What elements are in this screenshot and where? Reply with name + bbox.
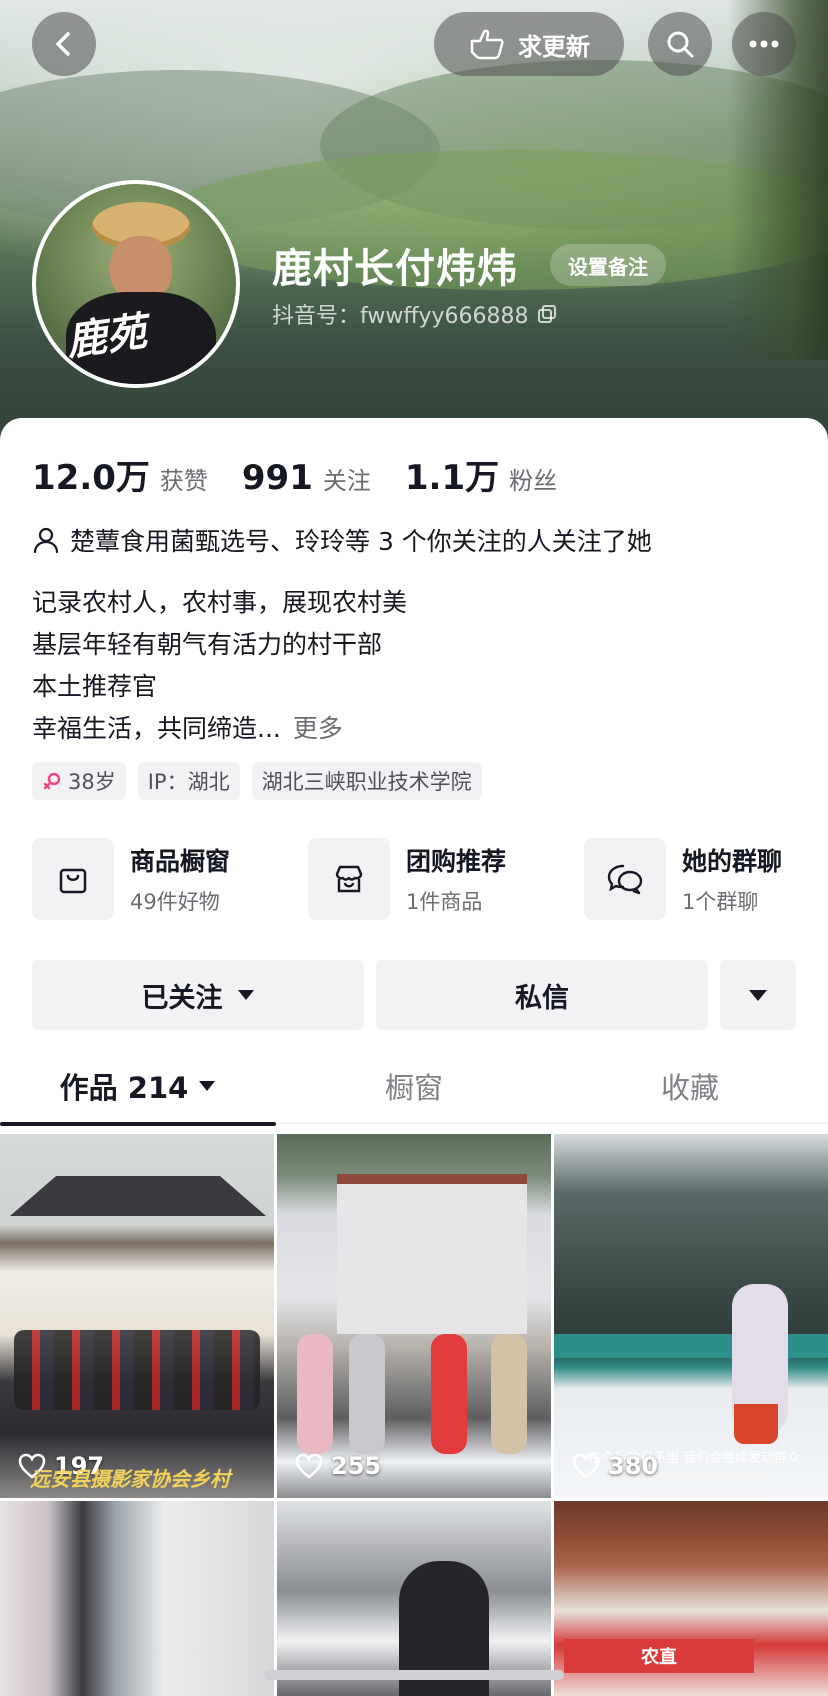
thumb-person bbox=[431, 1334, 467, 1454]
thumb-house bbox=[337, 1174, 527, 1334]
followers-label: 粉丝 bbox=[509, 467, 558, 495]
avatar[interactable]: 鹿苑 bbox=[32, 180, 240, 388]
video-thumbnail[interactable]: 在今后的日子里 我们会继续发动群众 380 bbox=[554, 1134, 828, 1498]
bio-line: 幸福生活，共同缔造... bbox=[32, 714, 281, 743]
caret-down-icon bbox=[237, 990, 254, 1000]
group-chat-subtitle: 1个群聊 bbox=[682, 890, 759, 914]
caret-down-icon bbox=[749, 989, 767, 1001]
thumb-building-roof bbox=[10, 1176, 266, 1216]
bag-icon bbox=[59, 868, 87, 894]
like-count-text: 380 bbox=[608, 1452, 659, 1480]
likes-label: 获赞 bbox=[159, 467, 208, 495]
followed-button[interactable]: 已关注 bbox=[32, 960, 364, 1030]
bag-icon-box bbox=[32, 838, 114, 920]
thumb-person bbox=[349, 1334, 385, 1454]
bio-line-last: 幸福生活，共同缔造... 更多 bbox=[32, 708, 407, 750]
heart-icon bbox=[572, 1453, 600, 1479]
bio-line: 基层年轻有朝气有活力的村干部 bbox=[32, 630, 383, 659]
profile-name: 鹿村长付炜炜 bbox=[272, 246, 518, 292]
group-buy-entry[interactable]: 团购推荐 1件商品 bbox=[308, 838, 506, 920]
followers-count: 1.1万 bbox=[404, 458, 500, 498]
showcase-subtitle: 49件好物 bbox=[130, 890, 220, 914]
recommend-dropdown-button[interactable] bbox=[720, 960, 796, 1030]
thumb-person bbox=[297, 1334, 333, 1454]
home-indicator[interactable] bbox=[264, 1670, 564, 1680]
copy-icon[interactable] bbox=[537, 304, 557, 324]
thumb-caption: 农直 bbox=[564, 1639, 754, 1673]
more-dots-icon bbox=[749, 40, 779, 48]
action-buttons: 已关注 私信 bbox=[32, 960, 796, 1030]
likes-count: 12.0万 bbox=[32, 458, 150, 498]
avatar-stamp-text: 鹿苑 bbox=[63, 307, 150, 366]
age-text: 38岁 bbox=[68, 770, 116, 794]
bio-more-link[interactable]: 更多 bbox=[293, 714, 343, 743]
following-label: 关注 bbox=[322, 467, 371, 495]
thumb-group-photo bbox=[14, 1330, 260, 1410]
ip-tag: IP：湖北 bbox=[137, 762, 240, 800]
set-remark-button[interactable]: 设置备注 bbox=[550, 244, 666, 286]
group-buy-title: 团购推荐 bbox=[406, 847, 507, 876]
search-icon bbox=[667, 31, 694, 58]
store-icon bbox=[335, 865, 363, 893]
request-update-button[interactable]: 求更新 bbox=[434, 12, 624, 76]
search-button[interactable] bbox=[648, 12, 712, 76]
bio-line: 本土推荐官 bbox=[32, 672, 158, 701]
showcase-title: 商品橱窗 bbox=[130, 847, 231, 876]
thumb-caption: 远安县摄影家协会乡村 bbox=[30, 1467, 230, 1491]
showcase-entry[interactable]: 商品橱窗 49件好物 bbox=[32, 838, 230, 920]
hand-point-icon bbox=[470, 29, 504, 60]
person-icon bbox=[33, 527, 59, 554]
video-thumbnail[interactable] bbox=[277, 1501, 551, 1696]
like-count: 255 bbox=[295, 1452, 381, 1480]
profile-cover: 求更新 鹿苑 鹿村长付炜炜 设置备注 抖音号：fwwffyy666888 bbox=[0, 0, 828, 440]
followers-stat[interactable]: 1.1万 粉丝 bbox=[405, 450, 557, 499]
video-thumbnail[interactable]: 农直 bbox=[554, 1501, 828, 1696]
active-tab-indicator bbox=[0, 1122, 276, 1126]
group-buy-subtitle: 1件商品 bbox=[406, 890, 483, 914]
tab-works-label: 作品 214 bbox=[59, 1071, 189, 1105]
tab-showcase[interactable]: 橱窗 bbox=[276, 1048, 552, 1124]
services-row: 商品橱窗 49件好物 团购推荐 1件商品 她的群聊 1个群聊 bbox=[32, 838, 828, 924]
likes-stat[interactable]: 12.0万 获赞 bbox=[32, 450, 208, 499]
followed-label: 已关注 bbox=[141, 982, 223, 1014]
message-button[interactable]: 私信 bbox=[376, 960, 708, 1030]
tab-works[interactable]: 作品 214 bbox=[0, 1048, 276, 1126]
video-thumbnail[interactable]: 255 bbox=[277, 1134, 551, 1498]
mutual-follows[interactable]: 楚蕈食用菌甄选号、玲玲等 3 个你关注的人关注了她 bbox=[32, 522, 652, 558]
like-count-text: 255 bbox=[331, 1452, 382, 1480]
chat-icon-box bbox=[584, 838, 666, 920]
more-button[interactable] bbox=[732, 12, 796, 76]
douyin-id: 抖音号：fwwffyy666888 bbox=[272, 298, 557, 330]
request-update-label: 求更新 bbox=[518, 32, 590, 61]
stats-row: 12.0万 获赞 991 关注 1.1万 粉丝 bbox=[32, 450, 591, 499]
content-tabs: 作品 214 橱窗 收藏 bbox=[0, 1048, 828, 1126]
chat-icon bbox=[607, 864, 643, 895]
profile-tags: 38岁 IP：湖北 湖北三峡职业技术学院 bbox=[32, 762, 482, 800]
like-count: 380 bbox=[572, 1452, 658, 1480]
bio-line: 记录农村人，农村事，展现农村美 bbox=[32, 588, 408, 617]
school-tag[interactable]: 湖北三峡职业技术学院 bbox=[251, 762, 482, 800]
back-button[interactable] bbox=[32, 12, 96, 76]
following-count: 991 bbox=[241, 458, 313, 498]
female-icon bbox=[43, 772, 61, 790]
bio: 记录农村人，农村事，展现农村美 基层年轻有朝气有活力的村干部 本土推荐官 幸福生… bbox=[32, 582, 407, 750]
video-thumbnail[interactable]: 197 远安县摄影家协会乡村 bbox=[0, 1134, 274, 1498]
chevron-left-icon bbox=[56, 32, 70, 56]
age-tag: 38岁 bbox=[32, 762, 126, 800]
douyin-id-text: 抖音号：fwwffyy666888 bbox=[272, 304, 529, 329]
thumb-bucket bbox=[734, 1404, 778, 1444]
group-chat-title: 她的群聊 bbox=[682, 847, 783, 876]
mutual-follows-text: 楚蕈食用菌甄选号、玲玲等 3 个你关注的人关注了她 bbox=[70, 527, 652, 556]
tab-favorites[interactable]: 收藏 bbox=[552, 1048, 828, 1124]
video-thumbnail[interactable] bbox=[0, 1501, 274, 1696]
heart-icon bbox=[295, 1453, 323, 1479]
following-stat[interactable]: 991 关注 bbox=[242, 458, 371, 498]
caret-down-icon bbox=[199, 1081, 216, 1091]
store-icon-box bbox=[308, 838, 390, 920]
group-chat-entry[interactable]: 她的群聊 1个群聊 bbox=[584, 838, 782, 920]
thumb-person bbox=[491, 1334, 527, 1454]
